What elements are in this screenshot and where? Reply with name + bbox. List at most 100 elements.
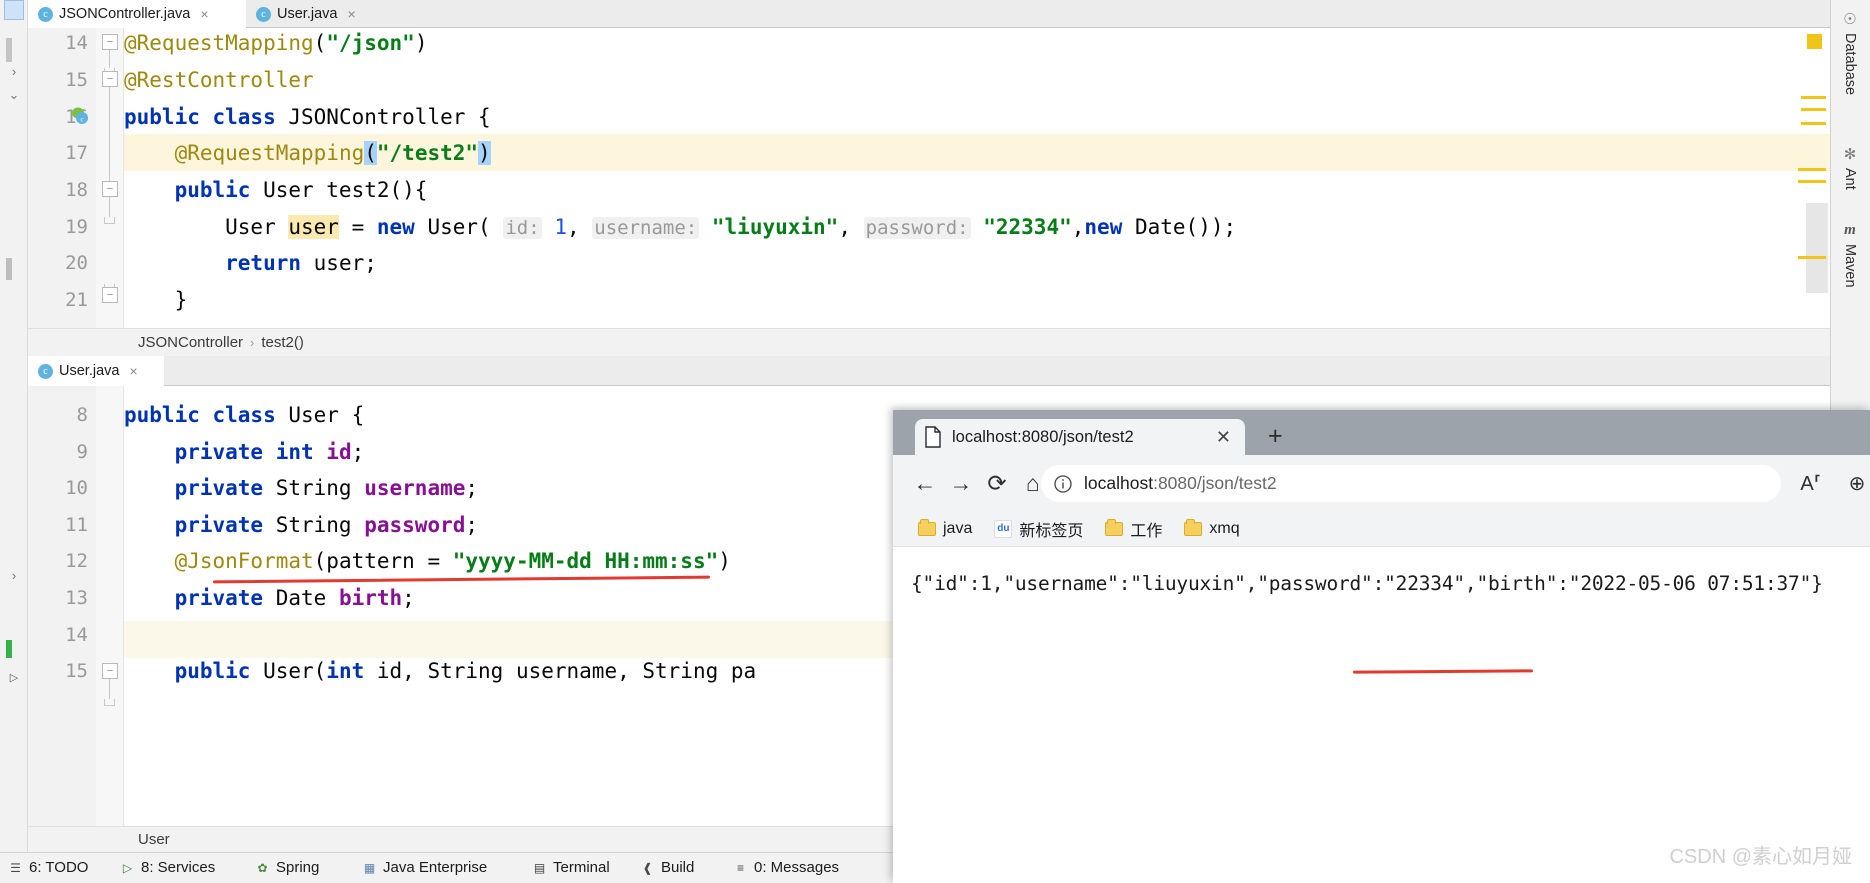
fold-collapse-icon[interactable]: − [102, 181, 118, 197]
java-class-icon: c [256, 6, 271, 22]
tab-user-java[interactable]: c User.java × [246, 0, 382, 28]
edge-browser-window[interactable]: localhost:8080/json/test2 ✕ + ← → ⟳ ⌂ lo… [893, 410, 1870, 883]
status-item-todo[interactable]: ☰ 6: TODO [8, 859, 88, 876]
status-item-spring[interactable]: ✿ Spring [255, 859, 319, 876]
expand-right-icon-2[interactable]: › [5, 566, 23, 584]
spring-leaf-icon: ✿ [257, 860, 268, 875]
line-number: 8 [76, 404, 88, 426]
expand-down-icon[interactable]: ⌄ [5, 86, 23, 104]
expand-right-icon[interactable]: › [5, 62, 23, 80]
fold-collapse-icon[interactable]: − [102, 34, 118, 50]
editor-scrollbar-thumb[interactable] [1806, 203, 1828, 293]
info-circle-icon[interactable] [1053, 474, 1073, 494]
fold-line [109, 197, 110, 217]
address-bar-text[interactable]: localhost:8080/json/test2 [1084, 473, 1277, 494]
bookmark-xmq[interactable]: xmq [1177, 518, 1246, 540]
new-tab-button[interactable]: + [1268, 424, 1283, 449]
tool-label: Maven [1842, 244, 1858, 288]
tab-label: User.java [277, 6, 338, 22]
close-icon[interactable]: × [200, 6, 208, 22]
json-response-text: {"id":1,"username":"liuyuxin","password"… [911, 572, 1823, 595]
back-button[interactable]: ← [907, 465, 943, 501]
line-number: 11 [65, 514, 88, 536]
top-editor-fold-rail[interactable]: − − − − [96, 28, 124, 328]
bottom-editor-gutter: 8 9 10 11 12 13 14 15 [28, 386, 96, 826]
code-line-20: return user; [124, 251, 377, 275]
top-editor-code[interactable]: @RequestMapping("/json") @RestController… [124, 28, 1830, 328]
status-item-terminal[interactable]: ▤ Terminal [532, 859, 610, 876]
read-aloud-icon[interactable]: A⸢ [1793, 465, 1829, 501]
tool-button-ant[interactable]: ✻ Ant [1832, 145, 1868, 190]
line-number: 12 [65, 550, 88, 572]
fold-line [109, 87, 110, 182]
browser-tab[interactable]: localhost:8080/json/test2 ✕ [915, 419, 1245, 455]
code-line-9: private int id; [124, 440, 365, 464]
fold-collapse-icon[interactable]: − [102, 71, 118, 87]
warning-marker[interactable] [1801, 122, 1826, 125]
status-item-messages[interactable]: ≡ 0: Messages [733, 859, 839, 876]
code-line-17: @RequestMapping("/test2") [174, 141, 491, 165]
warning-marker[interactable] [1798, 168, 1826, 171]
top-code-editor[interactable]: 14 15 16 17 18 19 20 21 c − − [28, 28, 1830, 328]
tool-button-maven[interactable]: m Maven [1832, 222, 1868, 288]
spring-bean-gutter-icon[interactable]: c [70, 106, 90, 126]
java-class-icon: c [38, 363, 53, 379]
line-number: 20 [65, 252, 88, 274]
code-line-10: private String username; [124, 476, 479, 500]
breadcrumb-class[interactable]: User [138, 831, 170, 848]
project-tool-button[interactable] [4, 0, 24, 20]
forward-button[interactable]: → [943, 465, 979, 501]
bookmark-label: 新标签页 [1019, 522, 1084, 540]
breadcrumb-class[interactable]: JSONController [138, 334, 243, 351]
todo-icon: ☰ [10, 860, 21, 875]
bookmark-java[interactable]: java [911, 518, 979, 540]
line-number: 15 [65, 69, 88, 91]
folder-icon [1105, 518, 1124, 536]
bookmark-work[interactable]: 工作 [1098, 515, 1169, 543]
warning-marker[interactable] [1801, 108, 1826, 111]
svg-text:c: c [80, 116, 83, 124]
line-number: 10 [65, 477, 88, 499]
left-tool-stripe: › ⌄ › ▷ [0, 0, 28, 883]
tool-button-database[interactable]: ☉ Database [1832, 10, 1868, 95]
fold-collapse-icon[interactable]: − [102, 287, 118, 303]
build-hammer-icon: ❰ [642, 860, 653, 875]
bookmark-label: java [943, 519, 973, 537]
status-label: 6: TODO [29, 859, 89, 876]
top-editor-gutter: 14 15 16 17 18 19 20 21 c [28, 28, 96, 328]
breadcrumb-method[interactable]: test2() [261, 334, 304, 351]
status-item-build[interactable]: ❰ Build [640, 859, 694, 876]
gutter-mark-top [6, 38, 12, 62]
tab-user-java-split[interactable]: c User.java × [28, 356, 164, 386]
address-bar[interactable]: localhost:8080/json/test2 [1041, 465, 1781, 502]
warning-marker[interactable] [1798, 180, 1826, 183]
fold-collapse-icon[interactable]: − [102, 663, 118, 679]
warning-marker[interactable] [1798, 256, 1826, 259]
run-gutter-icon[interactable]: ▷ [5, 668, 23, 686]
tool-label: Database [1842, 33, 1858, 96]
bookmarks-bar: java du 新标签页 工作 xmq [893, 511, 1870, 547]
watermark: CSDN @素心如月娅 [1669, 846, 1852, 868]
close-icon[interactable]: × [129, 363, 137, 379]
tab-jsoncontroller-java[interactable]: c JSONController.java × [28, 0, 246, 28]
close-icon[interactable]: ✕ [1210, 427, 1237, 448]
reload-button[interactable]: ⟳ [979, 465, 1015, 501]
status-item-services[interactable]: ▷ 8: Services [120, 859, 215, 876]
terminal-icon: ▤ [533, 860, 546, 875]
gutter-mark-mid [6, 258, 12, 280]
bookmark-new-tab-page[interactable]: du 新标签页 [987, 515, 1090, 543]
warning-marker[interactable] [1801, 96, 1826, 99]
line-number: 9 [76, 441, 88, 463]
breadcrumb-separator-icon: › [250, 335, 255, 350]
line-number: 18 [65, 179, 88, 201]
annotation-underline-birth [1352, 669, 1534, 674]
close-icon[interactable]: × [347, 6, 355, 22]
fold-line [109, 679, 110, 699]
messages-icon: ≡ [736, 860, 744, 875]
browser-page-content: {"id":1,"username":"liuyuxin","password"… [893, 547, 1870, 883]
line-number: 19 [65, 216, 88, 238]
zoom-icon[interactable]: ⊕ [1839, 465, 1870, 501]
status-item-java-enterprise[interactable]: ▦ Java Enterprise [362, 859, 487, 876]
analysis-status-marker[interactable] [1807, 34, 1822, 49]
bottom-editor-fold-rail[interactable]: − [96, 386, 124, 826]
